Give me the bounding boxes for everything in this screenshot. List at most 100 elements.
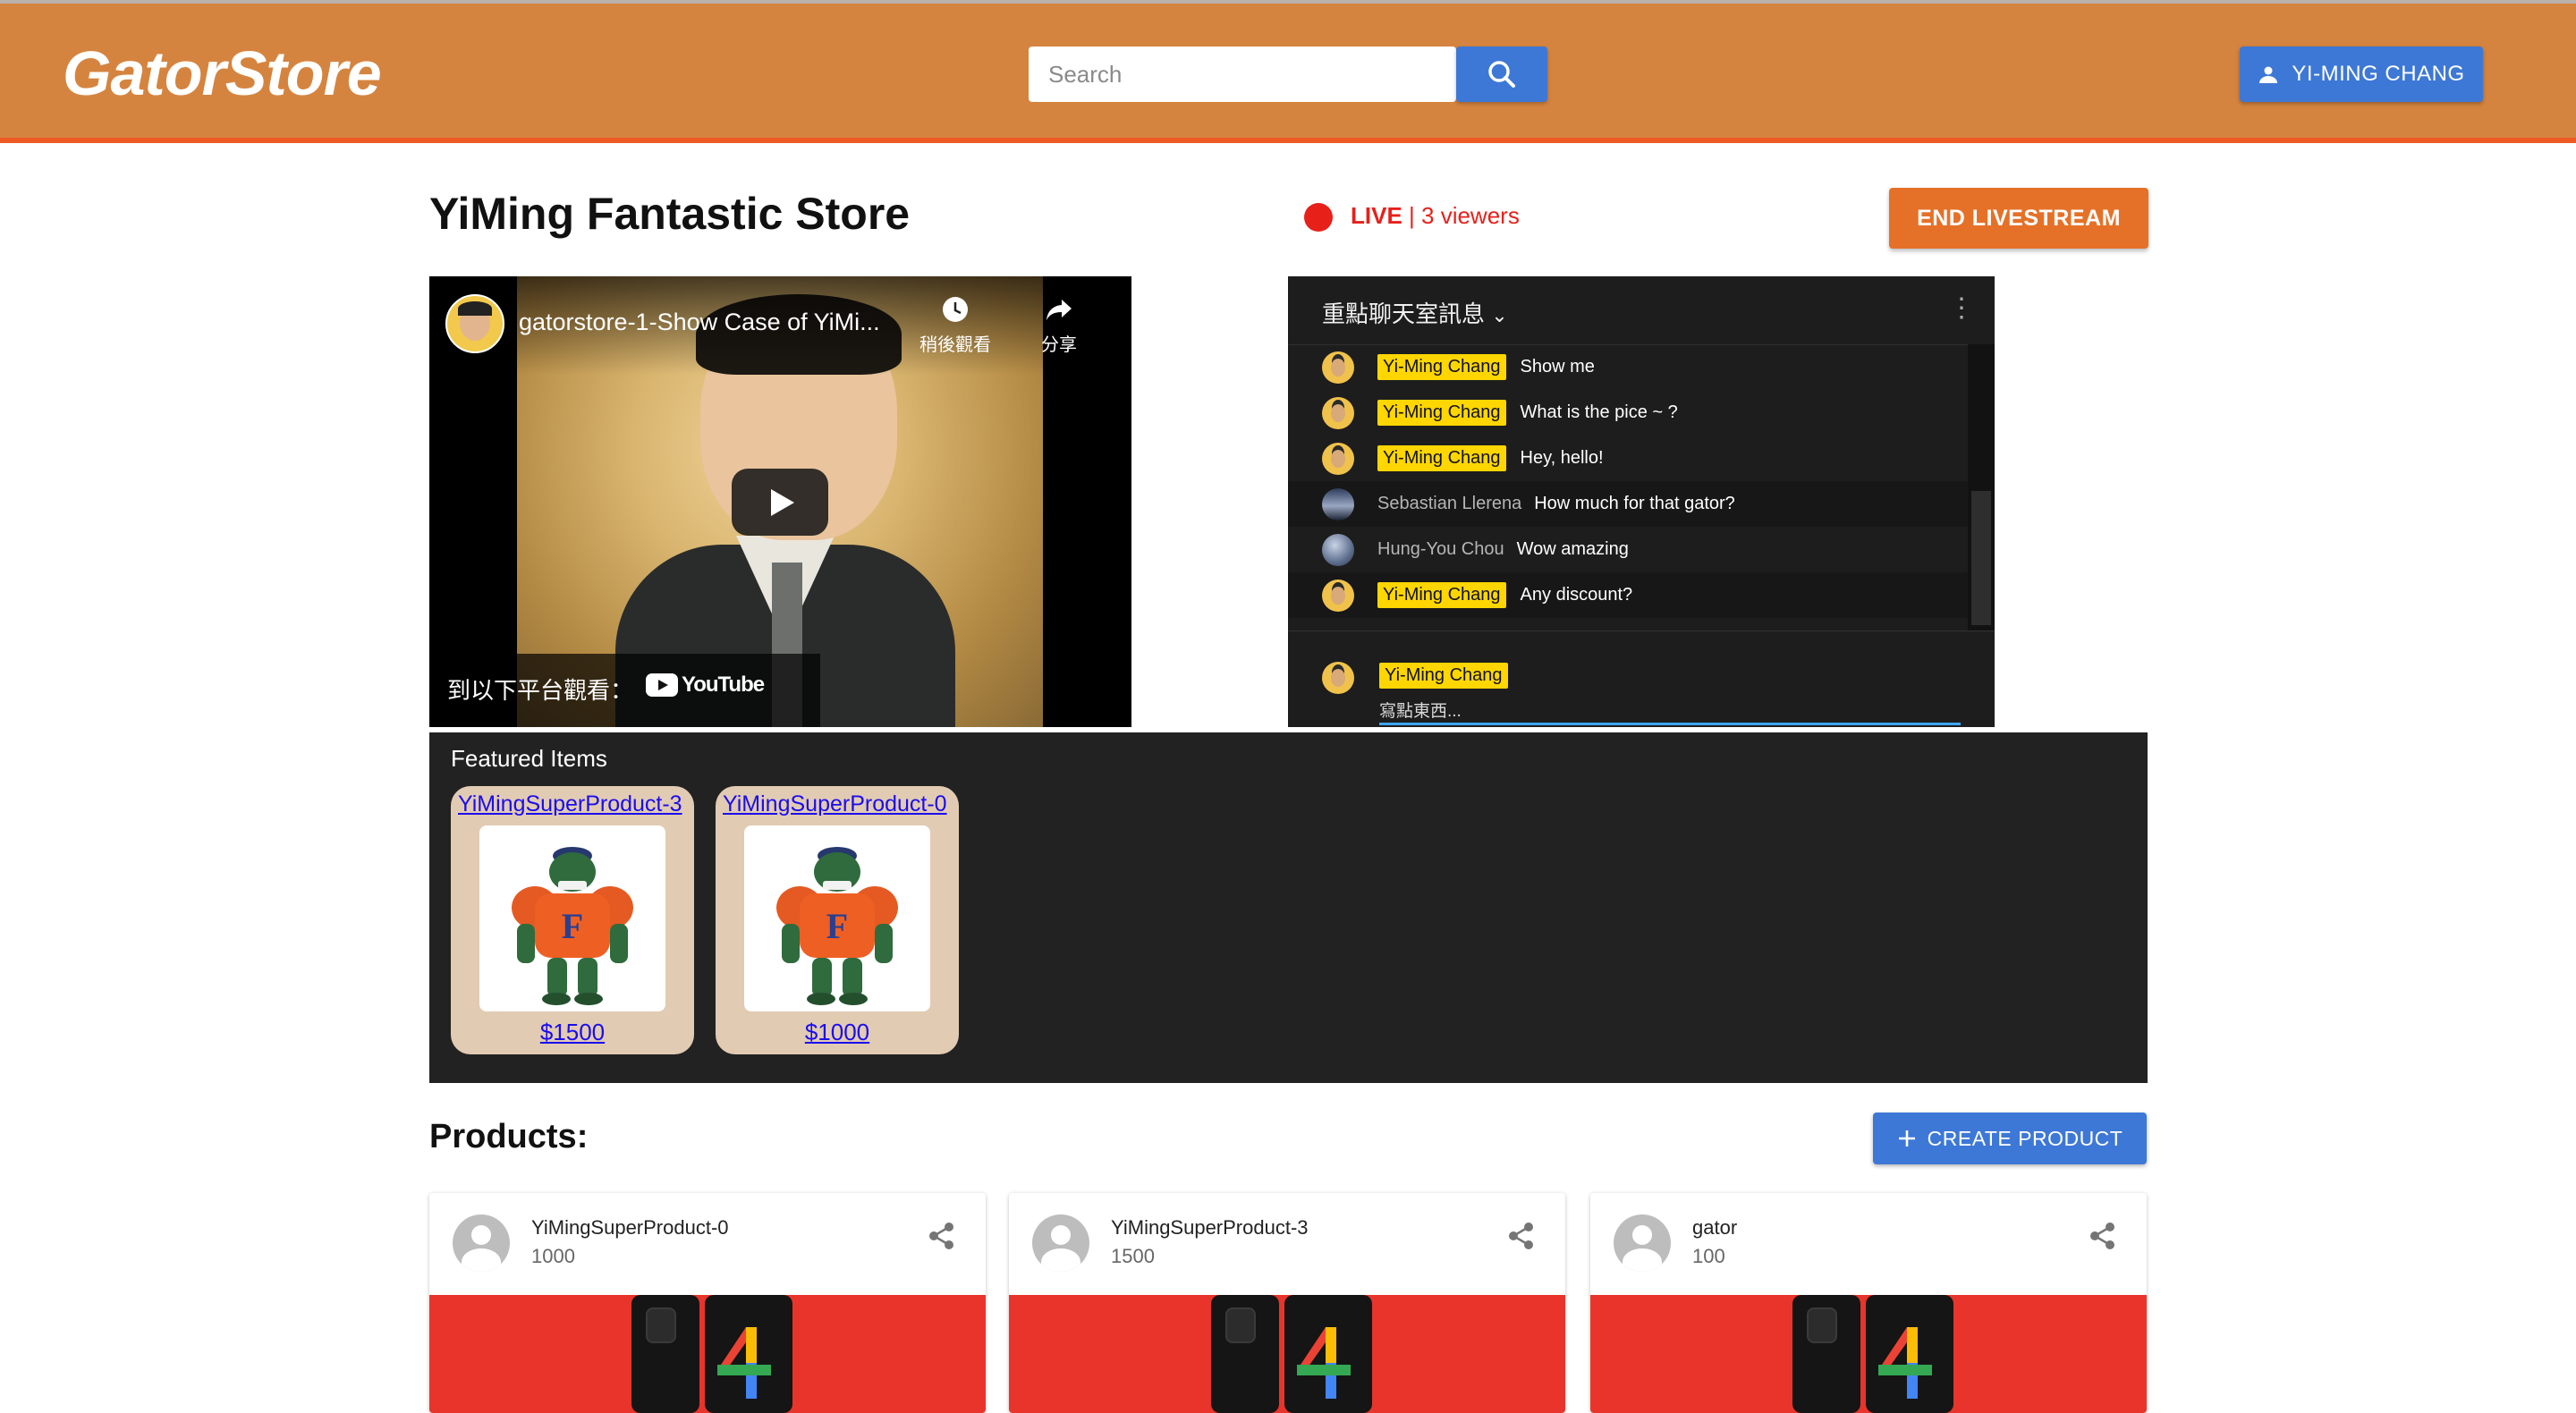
user-name-label: YI-MING CHANG bbox=[2292, 62, 2465, 86]
product-price: 1000 bbox=[531, 1245, 575, 1267]
owner-name-badge[interactable]: Yi-Ming Chang bbox=[1377, 400, 1506, 426]
chat-message-list: Yi-Ming Chang Show me Yi-Ming Chang What… bbox=[1288, 344, 1968, 630]
featured-items-panel: Featured Items YiMingSuperProduct-3 F $1… bbox=[429, 732, 2148, 1083]
chat-mode-dropdown[interactable]: 重點聊天室訊息 ⌄ bbox=[1322, 296, 1508, 329]
phone-front-image bbox=[1866, 1295, 1953, 1413]
product-card[interactable]: gator 100 bbox=[1590, 1193, 2147, 1413]
author-avatar bbox=[1322, 442, 1354, 475]
featured-item-image[interactable]: F bbox=[744, 825, 930, 1011]
featured-item-image[interactable]: F bbox=[479, 825, 665, 1011]
share-icon[interactable] bbox=[2087, 1220, 2119, 1252]
plus-icon bbox=[1898, 1130, 1915, 1146]
search-button[interactable] bbox=[1456, 47, 1547, 102]
product-price: 1500 bbox=[1111, 1245, 1155, 1267]
featured-item-card[interactable]: YiMingSuperProduct-0 F $1000 bbox=[716, 786, 959, 1054]
product-name: YiMingSuperProduct-3 bbox=[1111, 1216, 1309, 1239]
watch-later-label: 稍後觀看 bbox=[919, 335, 991, 355]
message-text: How much for that gator? bbox=[1534, 494, 1735, 513]
author-name[interactable]: Hung-You Chou bbox=[1377, 539, 1504, 560]
product-image[interactable] bbox=[1590, 1295, 2147, 1413]
owner-name-badge[interactable]: Yi-Ming Chang bbox=[1377, 582, 1506, 608]
search-input[interactable] bbox=[1029, 47, 1456, 102]
share-button[interactable]: 分享 bbox=[1032, 294, 1086, 356]
product-image[interactable] bbox=[1009, 1295, 1565, 1413]
author-avatar bbox=[1322, 351, 1354, 384]
share-icon[interactable] bbox=[1505, 1220, 1538, 1252]
share-label: 分享 bbox=[1041, 335, 1077, 355]
product-avatar bbox=[1614, 1214, 1671, 1272]
person-icon bbox=[2259, 66, 2278, 83]
product-avatar bbox=[453, 1214, 510, 1272]
owner-name-badge[interactable]: Yi-Ming Chang bbox=[1377, 445, 1506, 471]
current-user-avatar bbox=[1322, 662, 1354, 694]
owner-name-badge[interactable]: Yi-Ming Chang bbox=[1377, 354, 1506, 380]
author-avatar bbox=[1322, 533, 1354, 566]
product-card[interactable]: YiMingSuperProduct-0 1000 bbox=[429, 1193, 986, 1413]
app-header: GatorStore YI-MING CHANG bbox=[0, 4, 2576, 138]
message-text: Hey, hello! bbox=[1520, 448, 1604, 468]
chat-scrollbar-thumb[interactable] bbox=[1971, 491, 1991, 625]
featured-title: Featured Items bbox=[451, 745, 607, 772]
phone-back-image bbox=[631, 1295, 699, 1413]
chat-input-underline bbox=[1379, 723, 1961, 725]
message-text: What is the pice ~ ? bbox=[1520, 402, 1678, 422]
products-heading: Products: bbox=[429, 1118, 589, 1155]
featured-item-name[interactable]: YiMingSuperProduct-3 bbox=[458, 791, 682, 817]
play-button[interactable] bbox=[732, 469, 828, 536]
author-name[interactable]: Sebastian Llerena bbox=[1377, 494, 1521, 514]
featured-item-name[interactable]: YiMingSuperProduct-0 bbox=[723, 791, 947, 817]
live-indicator-dot bbox=[1304, 203, 1333, 232]
more-options-icon[interactable]: ⋮ bbox=[1948, 292, 1975, 324]
clock-icon bbox=[943, 297, 968, 322]
product-avatar bbox=[1032, 1214, 1089, 1272]
featured-item-card[interactable]: YiMingSuperProduct-3 F $1500 bbox=[451, 786, 694, 1054]
share-icon[interactable] bbox=[926, 1220, 958, 1252]
create-product-label: CREATE PRODUCT bbox=[1927, 1126, 2123, 1150]
product-name: YiMingSuperProduct-0 bbox=[531, 1216, 729, 1239]
user-account-button[interactable]: YI-MING CHANG bbox=[2240, 47, 2483, 102]
end-livestream-button[interactable]: END LIVESTREAM bbox=[1889, 188, 2148, 249]
youtube-wordmark: YouTube bbox=[682, 673, 765, 697]
author-avatar bbox=[1322, 487, 1354, 520]
phone-back-image bbox=[1211, 1295, 1279, 1413]
product-card[interactable]: YiMingSuperProduct-3 1500 bbox=[1009, 1193, 1565, 1413]
message-text: Any discount? bbox=[1520, 585, 1633, 605]
phone-back-image bbox=[1792, 1295, 1860, 1413]
author-avatar bbox=[1322, 396, 1354, 429]
share-arrow-icon bbox=[1046, 300, 1072, 320]
author-avatar bbox=[1322, 579, 1354, 612]
chat-message: Yi-Ming Chang Any discount? bbox=[1288, 572, 1968, 618]
chat-message: Hung-You Chou Wow amazing bbox=[1288, 527, 1968, 572]
svg-text:F: F bbox=[562, 906, 583, 946]
product-price: 100 bbox=[1692, 1245, 1725, 1267]
channel-avatar[interactable] bbox=[445, 294, 504, 353]
watch-later-button[interactable]: 稍後觀看 bbox=[919, 294, 991, 356]
phone-front-image bbox=[705, 1295, 792, 1413]
youtube-play-icon bbox=[646, 673, 678, 697]
video-player[interactable]: gatorstore-1-Show Case of YiMi... 稍後觀看 分… bbox=[429, 276, 1131, 727]
featured-item-price[interactable]: $1000 bbox=[716, 1019, 959, 1046]
chat-message: Yi-Ming Chang What is the pice ~ ? bbox=[1288, 390, 1968, 436]
gator-mascot-image: F bbox=[512, 847, 633, 1005]
video-title[interactable]: gatorstore-1-Show Case of YiMi... bbox=[519, 309, 880, 336]
product-name: gator bbox=[1692, 1216, 1738, 1239]
featured-item-price[interactable]: $1500 bbox=[451, 1019, 694, 1046]
store-title: YiMing Fantastic Store bbox=[429, 189, 911, 239]
gator-mascot-image: F bbox=[776, 847, 898, 1005]
live-status: LIVE | 3 viewers bbox=[1351, 202, 1520, 230]
chat-message-input[interactable]: 寫點東西... bbox=[1379, 698, 1462, 722]
current-user-badge: Yi-Ming Chang bbox=[1379, 663, 1508, 689]
chat-input-area: Yi-Ming Chang 寫點東西... bbox=[1288, 630, 1995, 727]
message-text: Show me bbox=[1520, 357, 1595, 377]
message-text: Wow amazing bbox=[1516, 539, 1629, 559]
svg-text:F: F bbox=[826, 906, 848, 946]
youtube-logo[interactable]: YouTube bbox=[646, 673, 765, 698]
app-logo[interactable]: GatorStore bbox=[63, 38, 382, 109]
watch-on-label: 到以下平台觀看： bbox=[447, 677, 634, 704]
create-product-button[interactable]: CREATE PRODUCT bbox=[1873, 1113, 2147, 1164]
chat-message: Yi-Ming Chang Hey, hello! bbox=[1288, 436, 1968, 481]
chat-message: Sebastian Llerena How much for that gato… bbox=[1288, 481, 1968, 527]
product-image[interactable] bbox=[429, 1295, 986, 1413]
viewer-count: | 3 viewers bbox=[1409, 202, 1520, 229]
live-chat: 重點聊天室訊息 ⌄ ⋮ Yi-Ming Chang Show me Yi-Min… bbox=[1288, 276, 1995, 727]
